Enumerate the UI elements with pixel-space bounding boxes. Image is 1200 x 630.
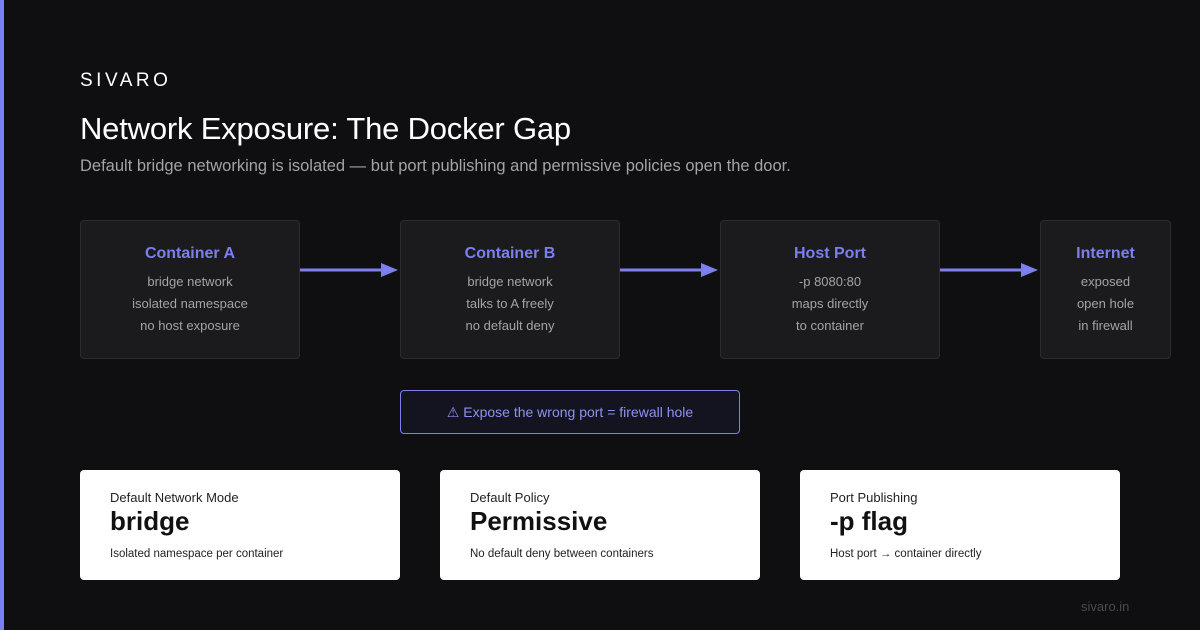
node-title: Host Port xyxy=(794,245,866,262)
stat-description: Host port → container directly xyxy=(830,548,982,560)
arrow-host-to-internet xyxy=(940,263,1038,277)
node-detail: maps directly xyxy=(791,296,869,311)
node-detail: exposed xyxy=(1080,274,1131,289)
flow-node-internet: Internet exposed open hole in firewall xyxy=(1040,220,1171,359)
stat-card-port-publishing: Port Publishing -p flag Host port → cont… xyxy=(800,470,1120,580)
stat-value: -p flag xyxy=(830,506,908,536)
node-detail: open hole xyxy=(1076,296,1135,311)
stat-description: No default deny between containers xyxy=(470,548,654,560)
node-detail: no host exposure xyxy=(140,318,240,333)
node-detail: talks to A freely xyxy=(466,296,554,311)
flow-node-container-b: Container B bridge network talks to A fr… xyxy=(400,220,620,359)
node-detail: isolated namespace xyxy=(132,296,248,311)
node-detail: in firewall xyxy=(1078,318,1133,333)
stat-value: Permissive xyxy=(470,506,608,536)
stat-value: bridge xyxy=(110,506,190,536)
stat-card-network-mode: Default Network Mode bridge Isolated nam… xyxy=(80,470,400,580)
stat-label: Port Publishing xyxy=(830,490,918,505)
flow-node-host-port: Host Port -p 8080:80 maps directly to co… xyxy=(720,220,940,359)
node-detail: to container xyxy=(796,318,864,333)
stat-description: Isolated namespace per container xyxy=(110,548,284,560)
stat-label: Default Policy xyxy=(470,490,550,505)
node-title: Internet xyxy=(1076,245,1135,262)
node-title: Container A xyxy=(144,245,236,262)
node-title: Container B xyxy=(464,245,556,262)
arrow-b-to-host xyxy=(620,263,718,277)
node-detail: no default deny xyxy=(465,318,555,333)
node-detail: bridge network xyxy=(467,274,553,289)
warning-callout: ⚠ Expose the wrong port = firewall hole xyxy=(400,390,740,434)
flow-node-container-a: Container A bridge network isolated name… xyxy=(80,220,300,359)
stat-card-default-policy: Default Policy Permissive No default den… xyxy=(440,470,760,580)
node-detail: bridge network xyxy=(147,274,233,289)
node-detail: -p 8080:80 xyxy=(798,274,862,289)
stat-label: Default Network Mode xyxy=(110,490,239,505)
arrow-a-to-b xyxy=(300,263,398,277)
footer-domain: sivaro.in xyxy=(1081,599,1130,614)
